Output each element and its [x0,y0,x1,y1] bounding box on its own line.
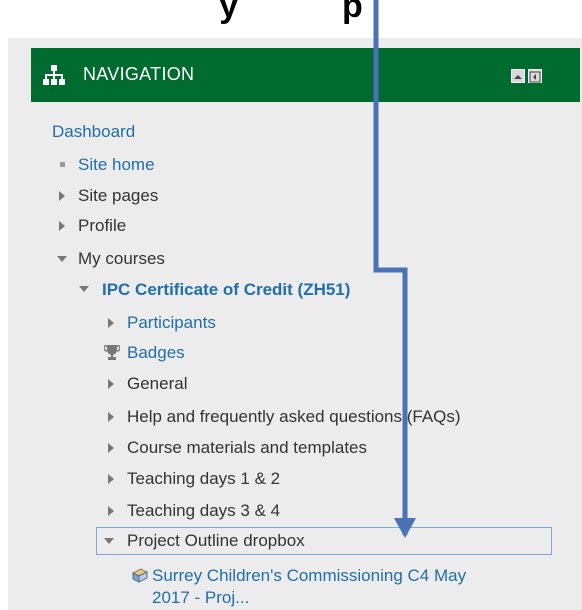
top-caption: y p [219,0,363,25]
nav-item-faqs[interactable]: Help and frequently asked questions (FAQ… [127,406,461,428]
assignment-icon [131,568,149,583]
expand-icon[interactable] [108,443,114,453]
nav-item-teaching-days-1-2[interactable]: Teaching days 1 & 2 [127,468,280,490]
expand-icon[interactable] [59,221,65,231]
collapse-icon[interactable] [511,69,525,83]
nav-item-general[interactable]: General [127,373,187,395]
expand-icon[interactable] [108,412,114,422]
expand-icon[interactable] [108,379,114,389]
sitemap-icon [43,65,65,85]
nav-item-dashboard[interactable]: Dashboard [52,121,135,143]
expand-icon[interactable] [108,474,114,484]
bullet-icon [60,162,65,167]
nav-item-surrey-assignment[interactable]: Surrey Children's Commissioning C4 May [152,565,466,587]
expand-icon[interactable] [108,318,114,328]
expand-icon[interactable] [59,191,65,201]
navigation-header: NAVIGATION [31,48,580,102]
nav-item-profile[interactable]: Profile [78,215,126,237]
trophy-icon [104,345,120,360]
nav-item-course-materials[interactable]: Course materials and templates [127,437,367,459]
expand-icon[interactable] [108,506,114,516]
collapse-tree-icon[interactable] [104,538,114,544]
nav-item-my-courses[interactable]: My courses [78,248,165,270]
dock-icon[interactable] [528,69,542,83]
navigation-title: NAVIGATION [83,64,195,84]
nav-item-teaching-days-3-4[interactable]: Teaching days 3 & 4 [127,500,280,522]
nav-item-course[interactable]: IPC Certificate of Credit (ZH51) [102,279,350,301]
nav-item-badges[interactable]: Badges [127,342,185,364]
collapse-tree-icon[interactable] [57,256,67,262]
collapse-tree-icon[interactable] [79,286,89,292]
nav-item-participants[interactable]: Participants [127,312,216,334]
nav-item-site-pages[interactable]: Site pages [78,185,158,207]
nav-item-project-outline-dropbox[interactable]: Project Outline dropbox [127,530,305,552]
nav-item-site-home[interactable]: Site home [78,154,155,176]
nav-item-surrey-assignment-cont[interactable]: 2017 - Proj... [152,587,249,609]
